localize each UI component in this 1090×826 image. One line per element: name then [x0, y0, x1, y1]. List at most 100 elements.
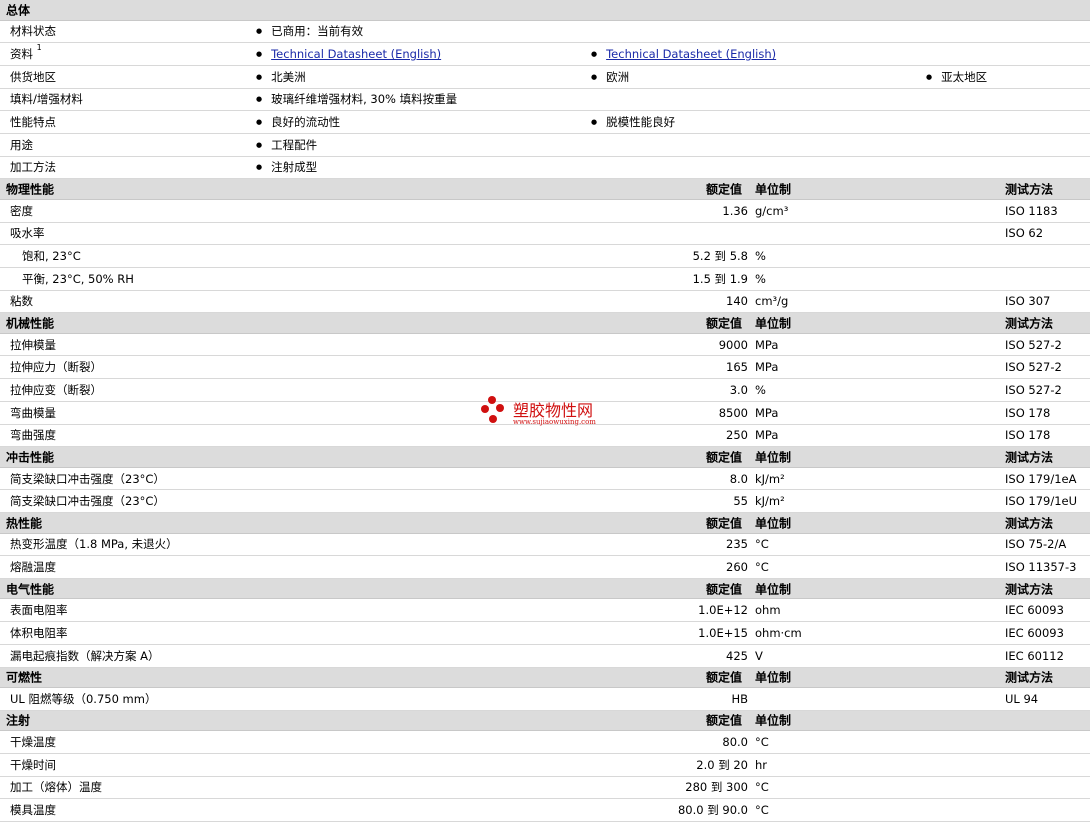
property-label: 熔融温度 — [10, 560, 56, 575]
col-header-method: 测试方法 — [1005, 670, 1054, 685]
property-value: 55 — [733, 494, 748, 509]
row-region: 供货地区 北美洲 欧洲 亚太地区 — [0, 66, 1090, 89]
property-value: 2.0 到 20 — [696, 757, 748, 772]
property-row: 干燥时间 2.0 到 20 hr — [0, 754, 1090, 777]
property-label: 平衡, 23°C, 50% RH — [22, 271, 134, 286]
row-resources: 资料 1 Technical Datasheet (English) Techn… — [0, 43, 1090, 66]
test-method: ISO 179/1eA — [1005, 471, 1077, 486]
property-unit: kJ/m² — [755, 471, 785, 486]
property-row: 拉伸应力（断裂） 165 MPa ISO 527-2 — [0, 356, 1090, 380]
test-method: ISO 527-2 — [1005, 382, 1062, 397]
col-header-unit: 单位制 — [755, 713, 792, 728]
col-header-unit: 单位制 — [755, 316, 792, 331]
property-label: 密度 — [10, 203, 33, 218]
status-value: 已商用：当前有效 — [256, 23, 363, 39]
property-unit: °C — [755, 803, 769, 818]
col-header-value: 额定值 — [706, 670, 743, 685]
property-label: 干燥温度 — [10, 735, 56, 750]
property-unit: °C — [755, 537, 769, 552]
property-label: 体积电阻率 — [10, 625, 68, 640]
property-label: 简支梁缺口冲击强度（23°C） — [10, 494, 165, 509]
property-label: 加工（熔体）温度 — [10, 780, 102, 795]
property-row: 加工（熔体）温度 280 到 300 °C — [0, 777, 1090, 800]
property-value: 1.0E+12 — [698, 603, 748, 618]
col-header-value: 额定值 — [706, 182, 743, 197]
property-row: 模具温度 80.0 到 90.0 °C — [0, 799, 1090, 822]
datasheet-link-item: Technical Datasheet (English) — [591, 47, 776, 61]
test-method: IEC 60112 — [1005, 648, 1064, 663]
property-unit: cm³/g — [755, 294, 789, 309]
row-uses: 用途 工程配件 — [0, 134, 1090, 157]
test-method: ISO 307 — [1005, 294, 1051, 309]
section-header-general: 总体 — [0, 0, 1090, 21]
section-header-thermal: 热性能 额定值 单位制 测试方法 — [0, 513, 1090, 534]
processing-value: 注射成型 — [256, 159, 317, 175]
property-row: 表面电阻率 1.0E+12 ohm IEC 60093 — [0, 599, 1090, 623]
col-header-unit: 单位制 — [755, 450, 792, 465]
row-label: 资料 1 — [10, 43, 42, 62]
watermark-url: www.sujiaowuxing.com — [513, 418, 596, 426]
property-value: 140 — [726, 294, 748, 309]
row-label: 供货地区 — [10, 69, 56, 84]
datasheet-link[interactable]: Technical Datasheet (English) — [271, 47, 441, 61]
col-header-method: 测试方法 — [1005, 582, 1054, 597]
test-method: ISO 11357-3 — [1005, 560, 1077, 575]
footnote-marker: 1 — [36, 43, 42, 53]
property-label: 拉伸应变（断裂） — [10, 382, 102, 397]
property-value: 165 — [726, 360, 748, 375]
col-header-value: 额定值 — [706, 713, 743, 728]
property-label: 干燥时间 — [10, 757, 56, 772]
property-unit: MPa — [755, 428, 779, 443]
property-value: 8.0 — [729, 471, 748, 486]
property-unit: MPa — [755, 360, 779, 375]
col-header-method: 测试方法 — [1005, 316, 1054, 331]
section-title: 冲击性能 — [6, 450, 55, 465]
resources-label-text: 资料 — [10, 47, 33, 62]
property-row: 热变形温度（1.8 MPa, 未退火） 235 °C ISO 75-2/A — [0, 534, 1090, 557]
section-header-electrical: 电气性能 额定值 单位制 测试方法 — [0, 578, 1090, 600]
property-unit: % — [755, 382, 766, 397]
property-value: 1.0E+15 — [698, 625, 748, 640]
test-method: ISO 178 — [1005, 405, 1051, 420]
test-method: ISO 75-2/A — [1005, 537, 1067, 552]
property-label: 弯曲强度 — [10, 428, 56, 443]
property-value: HB — [731, 691, 748, 706]
section-title: 机械性能 — [6, 316, 55, 331]
property-row: 简支梁缺口冲击强度（23°C） 55 kJ/m² ISO 179/1eU — [0, 490, 1090, 514]
property-row: 粘数 140 cm³/g ISO 307 — [0, 291, 1090, 314]
section-header-physical: 物理性能 额定值 单位制 测试方法 — [0, 179, 1090, 200]
property-value: 80.0 到 90.0 — [677, 803, 748, 818]
property-value: 3.0 — [729, 382, 748, 397]
property-value: 1.36 — [722, 203, 748, 218]
property-row: 简支梁缺口冲击强度（23°C） 8.0 kJ/m² ISO 179/1eA — [0, 468, 1090, 491]
property-value: 1.5 到 1.9 — [692, 271, 748, 286]
test-method: ISO 1183 — [1005, 203, 1058, 218]
property-row: 拉伸模量 9000 MPa ISO 527-2 — [0, 334, 1090, 357]
property-sections: 物理性能 额定值 单位制 测试方法 密度 1.36 g/cm³ ISO 1183 吸水率 ISO … — [0, 179, 1090, 822]
section-title: 总体 — [6, 3, 31, 18]
datasheet-link[interactable]: Technical Datasheet (English) — [606, 47, 776, 61]
test-method: ISO 178 — [1005, 428, 1051, 443]
property-value: 8500 — [718, 405, 748, 420]
property-unit: MPa — [755, 405, 779, 420]
datasheet-link-item: Technical Datasheet (English) — [256, 47, 441, 61]
property-row: 熔融温度 260 °C ISO 11357-3 — [0, 556, 1090, 579]
property-value: 260 — [726, 560, 748, 575]
region-item: 欧洲 — [591, 69, 629, 85]
test-method: ISO 179/1eU — [1005, 494, 1078, 509]
property-label: 简支梁缺口冲击强度（23°C） — [10, 471, 165, 486]
property-unit: % — [755, 249, 766, 264]
property-unit: g/cm³ — [755, 203, 789, 218]
property-label: 模具温度 — [10, 803, 56, 818]
property-unit: °C — [755, 780, 769, 795]
property-unit: % — [755, 271, 766, 286]
test-method: UL 94 — [1005, 691, 1039, 706]
property-value: 250 — [726, 428, 748, 443]
property-value: 280 到 300 — [685, 780, 748, 795]
property-row: 密度 1.36 g/cm³ ISO 1183 — [0, 200, 1090, 223]
section-title: 热性能 — [6, 516, 43, 531]
row-label: 材料状态 — [10, 24, 56, 39]
property-unit: °C — [755, 560, 769, 575]
property-unit: hr — [755, 757, 768, 772]
property-row: UL 阻燃等级（0.750 mm） HB UL 94 — [0, 688, 1090, 711]
